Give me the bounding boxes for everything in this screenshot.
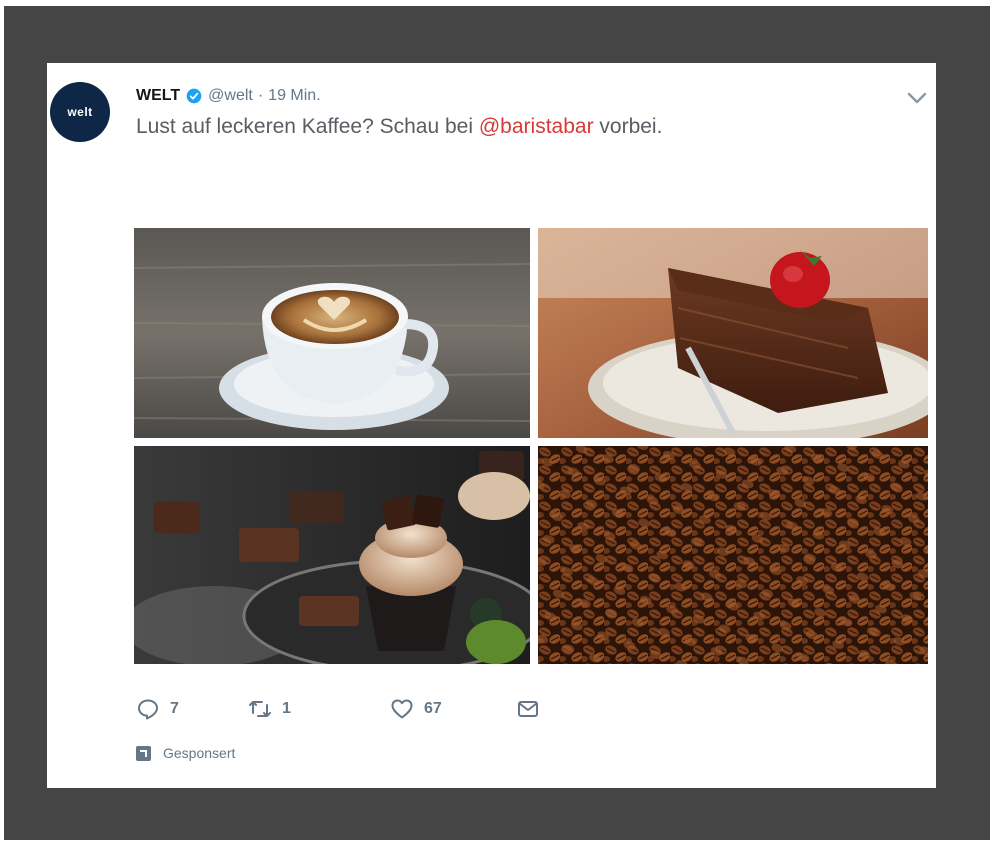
- retweet-count: 1: [282, 700, 291, 717]
- promoted-text: Gesponsert: [163, 745, 236, 761]
- reply-button[interactable]: 7: [136, 697, 179, 721]
- author-name[interactable]: WELT: [136, 87, 180, 105]
- media-image-coffee-cup[interactable]: [134, 228, 530, 438]
- tweet-actions: 7 1 67: [136, 697, 616, 723]
- retweet-button[interactable]: 1: [248, 697, 291, 721]
- reply-icon: [138, 699, 158, 720]
- avatar-text: WELT: [67, 105, 93, 119]
- tweet-text-after: vorbei.: [593, 115, 663, 138]
- avatar[interactable]: WELT: [50, 82, 110, 142]
- direct-message-button[interactable]: [516, 697, 550, 721]
- media-grid: [134, 228, 928, 664]
- tweet-header: WELT @welt · 19 Min.: [136, 85, 321, 107]
- tweet-text-before: Lust auf leckeren Kaffee? Schau bei: [136, 115, 479, 138]
- media-image-cupcake[interactable]: [134, 446, 530, 664]
- mention-link[interactable]: @baristabar: [479, 115, 594, 138]
- like-count: 67: [424, 700, 442, 717]
- heart-icon: [391, 699, 413, 719]
- like-button[interactable]: 67: [390, 697, 442, 721]
- tweet-time[interactable]: 19 Min.: [268, 87, 320, 105]
- retweet-icon: [249, 701, 271, 717]
- media-image-coffee-beans[interactable]: [538, 446, 928, 664]
- reply-count: 7: [170, 700, 179, 717]
- chevron-down-icon[interactable]: [906, 90, 928, 106]
- header-separator: ·: [257, 87, 264, 104]
- envelope-icon: [518, 701, 538, 717]
- promoted-icon: [136, 745, 151, 761]
- promoted-label: Gesponsert: [136, 745, 235, 761]
- verified-icon: [186, 88, 202, 104]
- tweet-text: Lust auf leckeren Kaffee? Schau bei @bar…: [136, 115, 662, 139]
- media-image-chocolate-cake[interactable]: [538, 228, 928, 438]
- author-handle[interactable]: @welt: [208, 87, 253, 105]
